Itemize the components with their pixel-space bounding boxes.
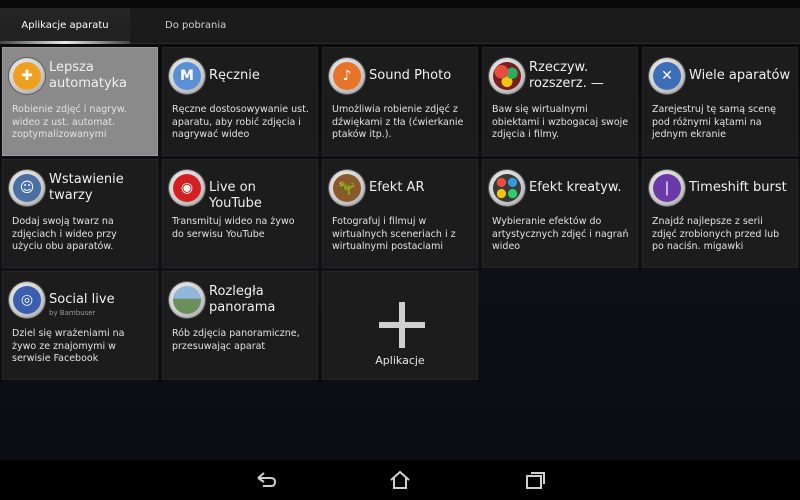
app-title: Rozległa panorama: [209, 284, 276, 315]
app-description: Dziel się wrażeniami na żywo ze znajomym…: [12, 328, 125, 364]
app-description: Ręczne dostosowywanie ust. aparatu, aby …: [172, 104, 309, 140]
navigation-bar: [0, 460, 800, 500]
back-icon[interactable]: [254, 470, 278, 490]
app-tile-sound-photo[interactable]: ♪ Sound Photo Umożliwia robienie zdjęć z…: [322, 47, 478, 156]
multi-camera-icon: ✕: [649, 58, 685, 94]
screen: Aplikacje aparatu Do pobrania ✚ Lepsza a…: [0, 0, 800, 500]
app-tile-multi-camera[interactable]: ✕ Wiele aparatów Zarejestruj tę samą sce…: [642, 47, 798, 156]
palette-icon: [489, 170, 525, 206]
app-title: Sound Photo: [369, 68, 452, 83]
app-tile-superior-auto[interactable]: ✚ Lepsza automatyka Robienie zdjęć i nag…: [2, 47, 158, 156]
app-description: Rób zdjęcia panoramiczne, przesuwając ap…: [172, 328, 300, 352]
app-title: Wstawienie twarzy: [49, 172, 124, 203]
app-tile-face-in[interactable]: ☺ Wstawienie twarzy Dodaj swoją twarz na…: [2, 159, 158, 268]
home-icon[interactable]: [388, 470, 412, 490]
social-live-icon: ◎: [9, 282, 45, 318]
app-tile-sweep-panorama[interactable]: Rozległa panorama Rób zdjęcia panoramicz…: [162, 271, 318, 380]
ar-balls-icon: [489, 58, 525, 94]
app-title: Live on YouTube: [209, 180, 262, 211]
dinosaur-icon: 🦖: [329, 170, 365, 206]
manual-m-icon: M: [169, 58, 205, 94]
app-tile-live-youtube[interactable]: ◉ Live on YouTube Transmituj wideo na ży…: [162, 159, 318, 268]
app-description: Znajdź najlepsze z serii zdjęć zrobionyc…: [652, 216, 780, 252]
app-grid: ✚ Lepsza automatyka Robienie zdjęć i nag…: [0, 0, 800, 500]
panorama-icon: [169, 282, 205, 318]
app-description: Dodaj swoją twarz na zdjęciach i wideo p…: [12, 216, 117, 252]
face-in-icon: ☺: [9, 170, 45, 206]
app-title: Efekt AR: [369, 180, 425, 195]
add-apps-tile[interactable]: Aplikacje: [322, 271, 478, 380]
app-title: Rzeczyw. rozszerz. —: [529, 60, 604, 91]
live-broadcast-icon: ◉: [169, 170, 205, 206]
app-subtitle: by Bambuser: [49, 309, 96, 317]
app-description: Fotografuj i filmuj w wirtualnych scener…: [332, 216, 456, 252]
app-title: Efekt kreatyw.: [529, 180, 622, 195]
app-tile-ar-fun[interactable]: Rzeczyw. rozszerz. — Baw się wirtualnymi…: [482, 47, 638, 156]
app-description: Baw się wirtualnymi obiektami i wzbogaca…: [492, 104, 629, 140]
camera-plus-icon: ✚: [9, 58, 45, 94]
app-tile-creative-effect[interactable]: Efekt kreatyw. Wybieranie efektów do art…: [482, 159, 638, 268]
app-description: Robienie zdjęć i nagryw. wideo z ust. au…: [12, 104, 127, 140]
sound-photo-icon: ♪: [329, 58, 365, 94]
add-apps-label: Aplikacje: [375, 354, 425, 367]
app-title: Lepsza automatyka: [49, 60, 127, 91]
plus-icon: [379, 302, 425, 348]
app-tile-social-live[interactable]: ◎ Social live by Bambuser Dziel się wraż…: [2, 271, 158, 380]
app-tile-ar-effect[interactable]: 🦖 Efekt AR Fotografuj i filmuj w wirtual…: [322, 159, 478, 268]
app-title: Social live: [49, 292, 115, 307]
timeshift-icon: ❘: [649, 170, 685, 206]
app-tile-timeshift-burst[interactable]: ❘ Timeshift burst Znajdź najlepsze z ser…: [642, 159, 798, 268]
recents-icon[interactable]: [523, 470, 547, 490]
app-description: Wybieranie efektów do artystycznych zdję…: [492, 216, 629, 252]
app-tile-manual[interactable]: M Ręcznie Ręczne dostosowywanie ust. apa…: [162, 47, 318, 156]
app-title: Ręcznie: [209, 68, 260, 83]
app-description: Zarejestruj tę samą scenę pod różnymi ką…: [652, 104, 776, 140]
app-title: Wiele aparatów: [689, 68, 791, 83]
app-description: Transmituj wideo na żywo do serwisu YouT…: [172, 216, 295, 240]
app-description: Umożliwia robienie zdjęć z dźwiękami z t…: [332, 104, 464, 140]
app-title: Timeshift burst: [689, 180, 787, 195]
